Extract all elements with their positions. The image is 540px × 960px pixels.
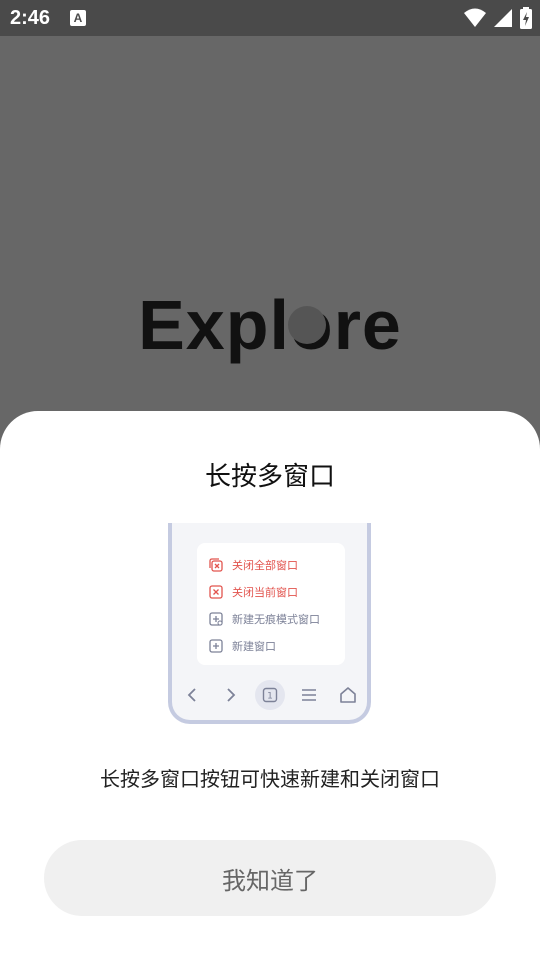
home-icon [333,680,363,710]
menu-icon [294,680,324,710]
wifi-icon [464,8,486,27]
new-window-icon [209,638,223,653]
app-logo-text: Explore [138,286,402,364]
menu-item-close-current: 关闭当前窗口 [197,578,345,605]
signal-icon [494,9,512,27]
sheet-title: 长按多窗口 [204,462,335,492]
status-bar: 2:46 A [0,0,540,36]
menu-item-label: 关闭全部窗口 [232,558,298,572]
menu-item-close-all: 关闭全部窗口 [197,551,345,578]
tab-count: 1 [267,692,273,702]
sheet-description: 长按多窗口按钮可快速新建和关闭窗口 [100,767,440,791]
status-icons [464,7,532,29]
forward-icon [216,680,246,710]
close-current-icon [209,584,223,599]
menu-item-label: 关闭当前窗口 [232,585,298,599]
tabs-icon: 1 [254,680,285,710]
notification-icon: A [70,10,86,26]
illustration-nav-bar: 1 [172,678,367,712]
logo-accent-dot [288,306,326,344]
incognito-window-icon [209,611,223,626]
illustration-menu: 关闭全部窗口 关闭当前窗口 新建无痕模式窗口 新建窗口 [197,543,345,665]
battery-charging-icon [520,7,532,29]
status-time: 2:46 [10,7,51,29]
menu-item-new-window: 新建窗口 [197,632,345,659]
back-icon [177,680,207,710]
menu-item-label: 新建窗口 [232,639,276,653]
illustration-phone: 关闭全部窗口 关闭当前窗口 新建无痕模式窗口 新建窗口 1 [168,523,371,724]
bottom-sheet: 长按多窗口 关闭全部窗口 关闭当前窗口 新建无痕模式窗口 新建窗口 1 长按多窗… [0,411,540,960]
close-all-icon [209,557,223,572]
app-logo: Explore [0,270,540,380]
menu-item-label: 新建无痕模式窗口 [232,612,320,626]
menu-item-new-incognito: 新建无痕模式窗口 [197,605,345,632]
confirm-button[interactable]: 我知道了 [44,840,496,916]
